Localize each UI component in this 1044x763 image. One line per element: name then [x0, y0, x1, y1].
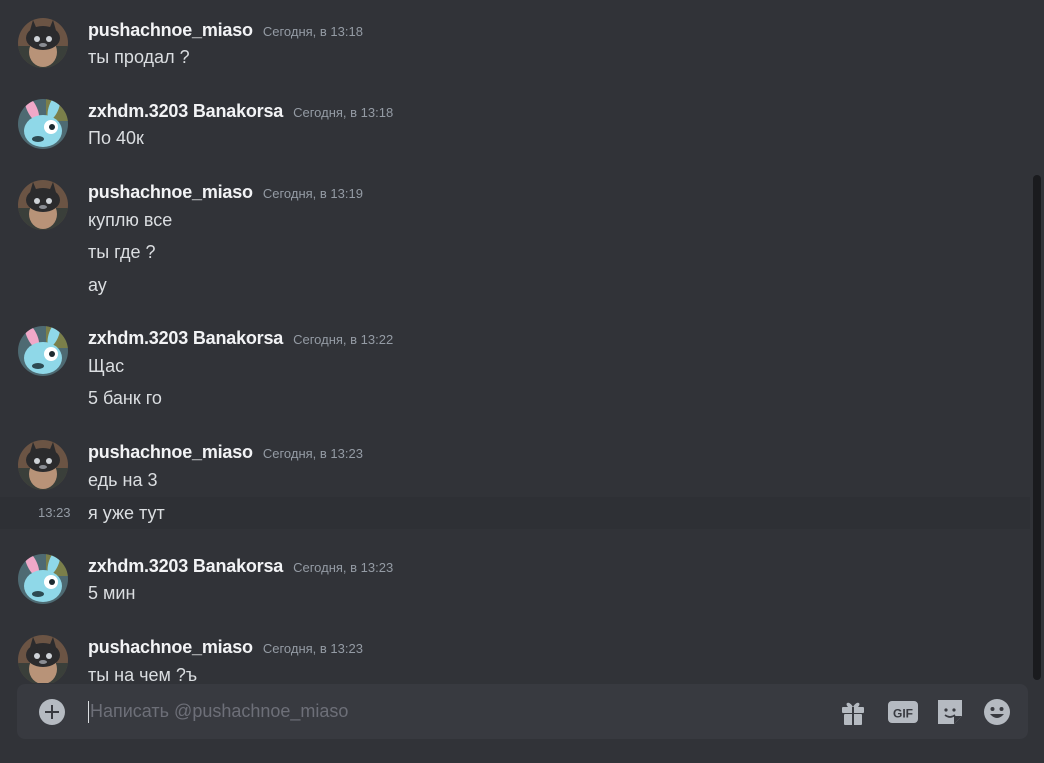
- message-text: Щас: [88, 356, 125, 376]
- gif-button[interactable]: GIF: [887, 697, 919, 727]
- hover-timestamp[interactable]: 13:23: [38, 505, 71, 520]
- emoji-button[interactable]: [982, 697, 1012, 727]
- username[interactable]: pushachnoe_miaso: [88, 182, 253, 203]
- avatar[interactable]: [18, 326, 68, 376]
- dark-cat-avatar-icon: [18, 440, 68, 490]
- dark-cat-avatar-icon: [18, 635, 68, 683]
- message-text: По 40к: [88, 128, 144, 148]
- username[interactable]: pushachnoe_miaso: [88, 442, 253, 463]
- message-text: куплю все: [88, 210, 173, 230]
- message-text: едь на 3: [88, 470, 158, 490]
- timestamp[interactable]: Сегодня, в 13:23: [293, 560, 393, 575]
- dark-cat-avatar-icon: [18, 180, 68, 230]
- message-header: zxhdm.3203 Banakorsa Сегодня, в 13:23: [88, 556, 393, 582]
- blue-rabbit-avatar-icon: [18, 554, 68, 604]
- sticker-button[interactable]: [935, 697, 965, 727]
- timestamp[interactable]: Сегодня, в 13:18: [263, 24, 363, 39]
- username[interactable]: pushachnoe_miaso: [88, 20, 253, 41]
- chat-view: pushachnoe_miaso Сегодня, в 13:18 ты про…: [0, 0, 1044, 763]
- emoji-icon: [984, 699, 1010, 725]
- message-text: 5 банк го: [88, 388, 162, 408]
- dark-cat-avatar-icon: [18, 18, 68, 68]
- username[interactable]: zxhdm.3203 Banakorsa: [88, 328, 283, 349]
- avatar[interactable]: [18, 99, 68, 149]
- add-attachment-button[interactable]: [39, 699, 65, 725]
- timestamp[interactable]: Сегодня, в 13:19: [263, 186, 363, 201]
- avatar[interactable]: [18, 635, 68, 683]
- message-text: ау: [88, 275, 107, 295]
- message-header: pushachnoe_miaso Сегодня, в 13:19: [88, 182, 363, 208]
- message-text: ты продал ?: [88, 47, 190, 67]
- sticker-icon: [938, 700, 962, 724]
- gift-icon: [842, 702, 864, 725]
- message-text: я уже тут: [88, 503, 165, 523]
- message-text: ты на чем ?ъ: [88, 665, 198, 683]
- message-input[interactable]: [88, 684, 808, 739]
- blue-rabbit-avatar-icon: [18, 326, 68, 376]
- avatar[interactable]: [18, 18, 68, 68]
- gif-label: GIF: [893, 707, 913, 721]
- message-header: pushachnoe_miaso Сегодня, в 13:23: [88, 637, 363, 663]
- message-header: zxhdm.3203 Banakorsa Сегодня, в 13:18: [88, 101, 393, 127]
- avatar[interactable]: [18, 440, 68, 490]
- message-text: 5 мин: [88, 583, 136, 603]
- message-composer: GIF: [17, 684, 1028, 739]
- scrollbar-track[interactable]: [1030, 0, 1044, 683]
- scrollbar-thumb[interactable]: [1033, 175, 1041, 680]
- timestamp[interactable]: Сегодня, в 13:23: [263, 641, 363, 656]
- username[interactable]: zxhdm.3203 Banakorsa: [88, 101, 283, 122]
- avatar[interactable]: [18, 554, 68, 604]
- username[interactable]: pushachnoe_miaso: [88, 637, 253, 658]
- timestamp[interactable]: Сегодня, в 13:18: [293, 105, 393, 120]
- timestamp[interactable]: Сегодня, в 13:22: [293, 332, 393, 347]
- gif-icon: GIF: [888, 701, 918, 723]
- message-header: pushachnoe_miaso Сегодня, в 13:23: [88, 442, 363, 468]
- username[interactable]: zxhdm.3203 Banakorsa: [88, 556, 283, 577]
- message-text: ты где ?: [88, 242, 156, 262]
- message-header: zxhdm.3203 Banakorsa Сегодня, в 13:22: [88, 328, 393, 354]
- gift-button[interactable]: [838, 697, 868, 727]
- message-header: pushachnoe_miaso Сегодня, в 13:18: [88, 20, 363, 46]
- timestamp[interactable]: Сегодня, в 13:23: [263, 446, 363, 461]
- message-list[interactable]: pushachnoe_miaso Сегодня, в 13:18 ты про…: [0, 0, 1030, 683]
- avatar[interactable]: [18, 180, 68, 230]
- blue-rabbit-avatar-icon: [18, 99, 68, 149]
